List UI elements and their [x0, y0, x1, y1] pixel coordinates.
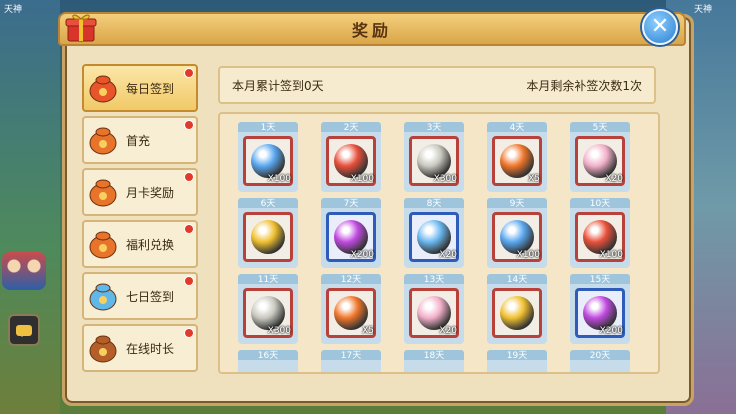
reward-cell[interactable]: 13天 X20: [404, 274, 464, 344]
reward-slot: [321, 360, 381, 372]
reward-cell[interactable]: 9天 X100: [487, 198, 547, 268]
blue-orb-icon: [251, 144, 285, 178]
reward-cell[interactable]: 14天: [487, 274, 547, 344]
makeup-signin-remaining: 本月剩余补签次数1次: [526, 78, 642, 93]
fire-pouch-icon: [334, 296, 368, 330]
background-player-name: 天神: [4, 5, 23, 15]
reward-cell[interactable]: 8天 X20: [404, 198, 464, 268]
sidebar-item[interactable]: 首充: [82, 116, 198, 164]
red-pouch-icon: [89, 75, 117, 103]
reward-cell[interactable]: 18天: [404, 350, 464, 372]
close-button[interactable]: ✕: [642, 9, 678, 45]
reward-cell[interactable]: 6天: [238, 198, 298, 268]
crystal-egg-icon: [89, 335, 117, 363]
sidebar-item[interactable]: 月卡奖励: [82, 168, 198, 216]
blue-egg-icon: [417, 220, 451, 254]
signin-summary-bar: 本月累计签到0天 本月剩余补签次数1次: [218, 66, 656, 104]
monthly-signin-count: 本月累计签到0天: [232, 78, 324, 93]
red-orb-icon: [583, 220, 617, 254]
reward-category-sidebar: 每日签到首充月卡奖励福利兑换七日签到在线时长: [78, 60, 200, 378]
reward-cell[interactable]: 4天 X5: [487, 122, 547, 192]
sidebar-item-label: 七日签到: [126, 289, 175, 304]
reward-quantity: X100: [599, 250, 623, 260]
silver-orb-icon: [417, 144, 451, 178]
reward-cell[interactable]: 12天 X5: [321, 274, 381, 344]
money-bag-icon: [89, 127, 117, 155]
reward-slot: [404, 360, 464, 372]
reward-quantity: X200: [599, 326, 623, 336]
reward-cell[interactable]: 15天 X200: [570, 274, 630, 344]
reward-cell[interactable]: 19天: [487, 350, 547, 372]
chat-button[interactable]: [8, 314, 40, 346]
reward-quantity: X20: [605, 174, 623, 184]
panel-title-bar: 奖励: [58, 12, 686, 46]
reward-cell[interactable]: 20天: [570, 350, 630, 372]
notification-dot: [184, 276, 194, 286]
sidebar-item[interactable]: 七日签到: [82, 272, 198, 320]
background-scene-left: [0, 0, 60, 414]
notification-dot: [184, 68, 194, 78]
reward-slot: [487, 360, 547, 372]
ingot-icon: [89, 283, 117, 311]
reward-quantity: X200: [350, 250, 374, 260]
reward-cell[interactable]: 1天 X100: [238, 122, 298, 192]
reward-cell[interactable]: 17天: [321, 350, 381, 372]
red-orb-icon: [334, 144, 368, 178]
reward-quantity: X20: [439, 326, 457, 336]
daily-reward-grid[interactable]: 1天 X100 2天 X100 3天 X300 4天 X5 5天 X20 6天 7天 X200 8天 X20…: [218, 112, 660, 374]
reward-cell[interactable]: 10天 X100: [570, 198, 630, 268]
purple-orb-icon: [334, 220, 368, 254]
background-characters: [2, 252, 46, 290]
money-bag-icon: [89, 231, 117, 259]
notification-dot: [184, 328, 194, 338]
fire-pouch-icon: [500, 144, 534, 178]
reward-cell[interactable]: 7天 X200: [321, 198, 381, 268]
reward-quantity: X100: [267, 174, 291, 184]
reward-slot: [238, 360, 298, 372]
sidebar-item[interactable]: 在线时长: [82, 324, 198, 372]
reward-slot: [570, 360, 630, 372]
reward-cell[interactable]: 3天 X300: [404, 122, 464, 192]
reward-quantity: X300: [267, 326, 291, 336]
pet-bag-icon: [417, 296, 451, 330]
reward-quantity: X300: [433, 174, 457, 184]
sidebar-item[interactable]: 每日签到: [82, 64, 198, 112]
sidebar-item-label: 月卡奖励: [126, 185, 175, 200]
blue-orb-icon: [500, 220, 534, 254]
notification-dot: [184, 120, 194, 130]
gift-box-icon: [65, 14, 97, 42]
sidebar-item-label: 每日签到: [126, 81, 175, 96]
gold-coin-icon: [251, 220, 285, 254]
close-icon: ✕: [650, 14, 670, 39]
reward-quantity: X5: [528, 174, 540, 184]
notification-dot: [184, 172, 194, 182]
sidebar-item-label: 首充: [126, 133, 151, 148]
sidebar-item[interactable]: 福利兑换: [82, 220, 198, 268]
panel-title: 奖励: [351, 21, 392, 40]
chat-bubble-icon: [16, 324, 32, 337]
background-player-name-right: 天神: [693, 5, 712, 15]
reward-cell[interactable]: 5天 X20: [570, 122, 630, 192]
sidebar-item-label: 福利兑换: [126, 237, 175, 252]
reward-quantity: X20: [439, 250, 457, 260]
reward-quantity: X100: [350, 174, 374, 184]
purple-orb-icon: [583, 296, 617, 330]
reward-quantity: X5: [362, 326, 374, 336]
pet-bag-icon: [583, 144, 617, 178]
reward-cell[interactable]: 16天: [238, 350, 298, 372]
reward-cell[interactable]: 2天 X100: [321, 122, 381, 192]
money-bag-icon: [89, 179, 117, 207]
silver-orb-icon: [251, 296, 285, 330]
notification-dot: [184, 224, 194, 234]
reward-quantity: X100: [516, 250, 540, 260]
gold-coin-icon: [500, 296, 534, 330]
sidebar-item-label: 在线时长: [126, 341, 175, 356]
reward-cell[interactable]: 11天 X300: [238, 274, 298, 344]
